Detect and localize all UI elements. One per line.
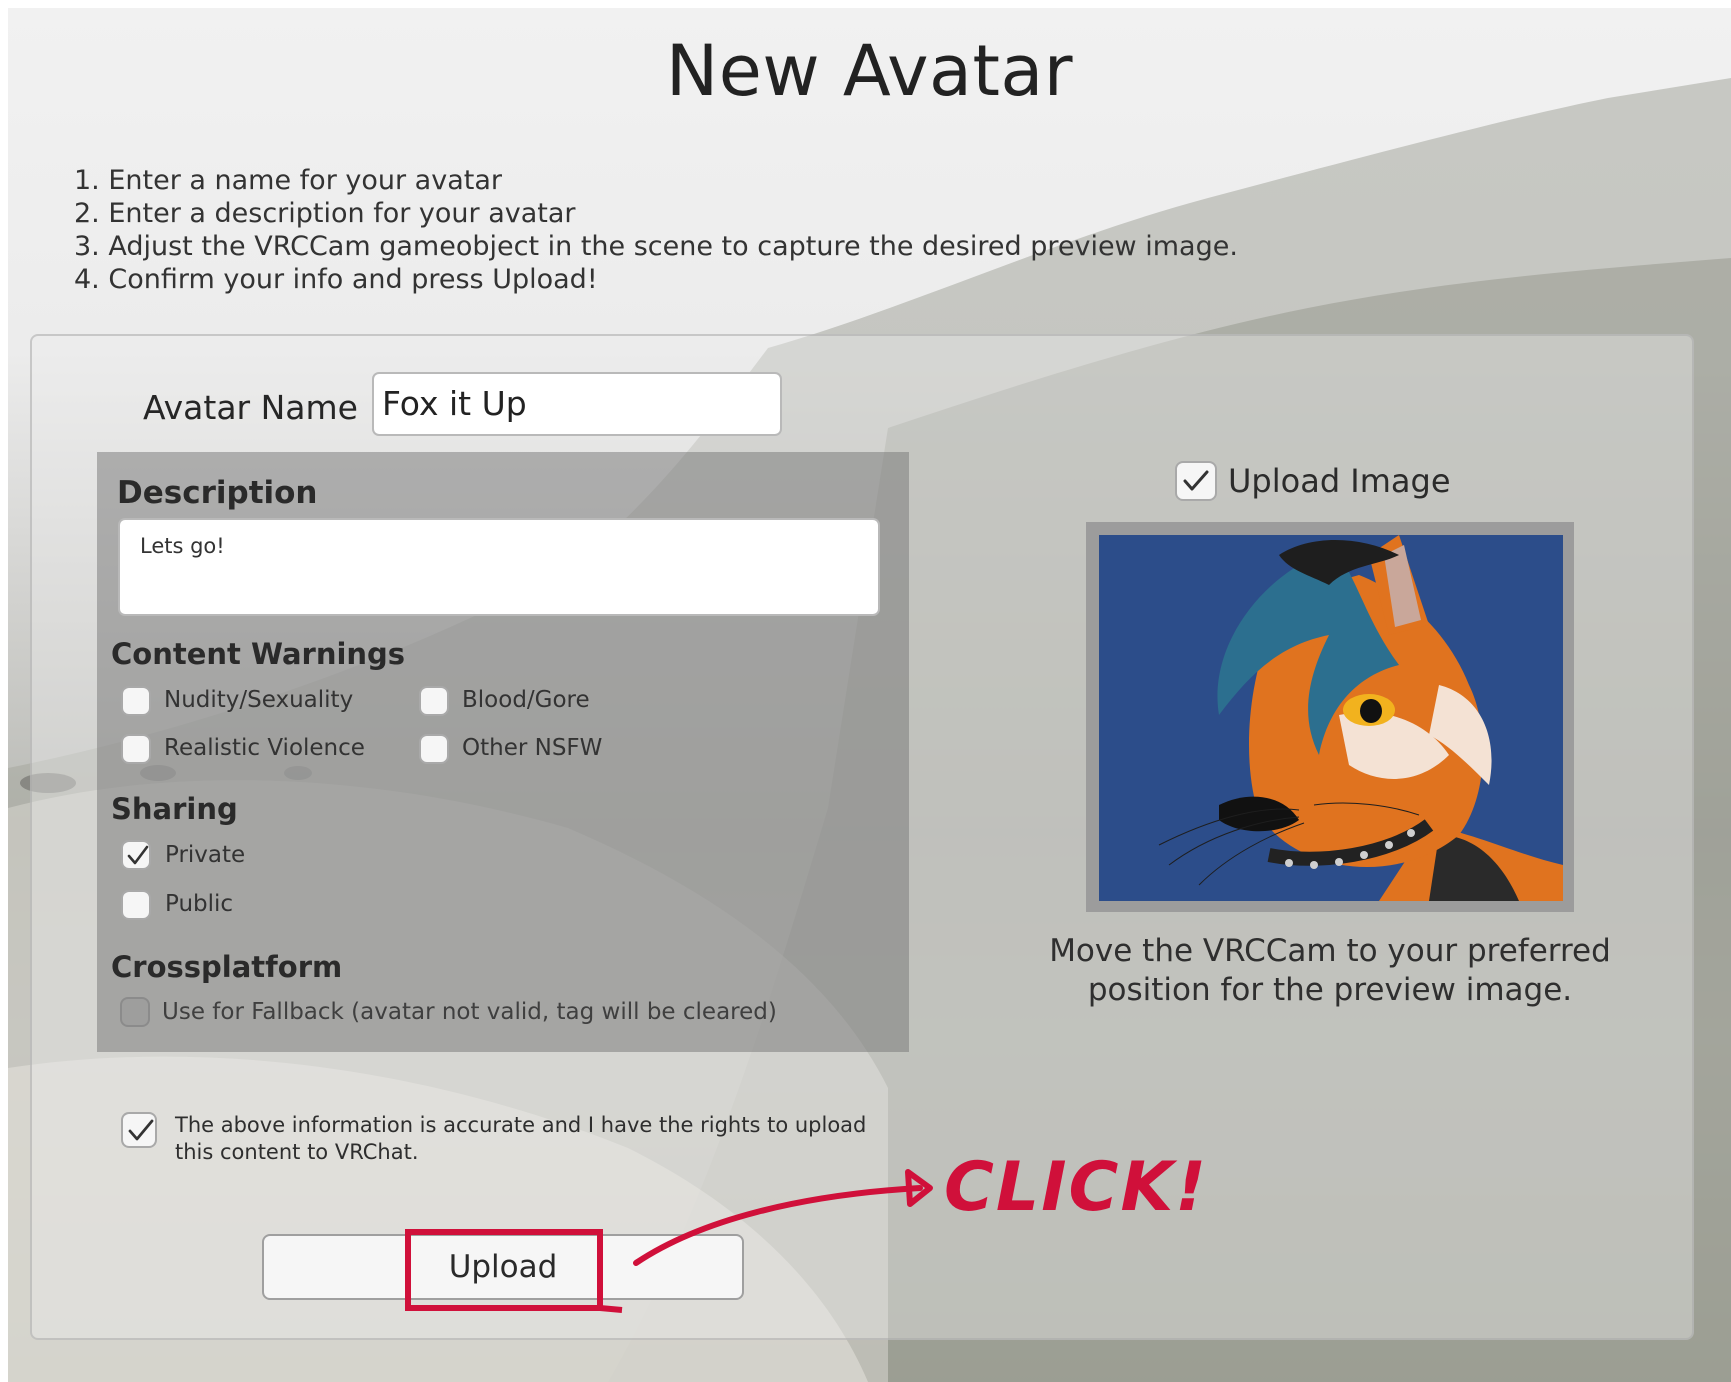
agreement-checkbox[interactable] (121, 1112, 157, 1148)
checkmark-icon (127, 845, 149, 865)
click-annotation: CLICK! (944, 1148, 1209, 1227)
public-label: Public (165, 891, 234, 917)
blood-gore-checkbox[interactable] (419, 686, 449, 716)
agreement-text: The above information is accurate and I … (175, 1113, 867, 1164)
instruction-step: 1. Enter a name for your avatar (74, 165, 502, 196)
private-label: Private (165, 842, 246, 868)
upload-button[interactable]: Upload (262, 1234, 744, 1300)
fallback-label: Use for Fallback (avatar not valid, tag … (162, 999, 777, 1025)
nudity-sexuality-label: Nudity/Sexuality (164, 687, 354, 713)
avatar-preview-image (1099, 535, 1563, 901)
blood-gore-label: Blood/Gore (462, 687, 590, 713)
nudity-sexuality-checkbox[interactable] (121, 686, 151, 716)
public-checkbox[interactable] (121, 890, 151, 920)
other-nsfw-checkbox[interactable] (419, 734, 449, 764)
realistic-violence-label: Realistic Violence (164, 735, 365, 761)
upload-image-label: Upload Image (1228, 462, 1451, 500)
private-checkbox[interactable] (121, 840, 151, 870)
content-warnings-heading: Content Warnings (111, 637, 406, 671)
instruction-step: 2. Enter a description for your avatar (74, 198, 576, 229)
checkmark-icon (1183, 470, 1209, 491)
upload-image-checkbox[interactable] (1175, 461, 1217, 501)
avatar-name-label: Avatar Name (143, 388, 358, 427)
avatar-name-input[interactable]: Fox it Up (372, 372, 782, 436)
sharing-heading: Sharing (111, 792, 238, 826)
checkmark-icon (128, 1119, 154, 1141)
preview-caption: Move the VRCCam to your preferred positi… (1049, 933, 1611, 1008)
page-title: New Avatar (665, 30, 1074, 112)
instruction-list: 1. Enter a name for your avatar 2. Enter… (74, 164, 1238, 296)
other-nsfw-label: Other NSFW (462, 735, 603, 761)
description-heading: Description (117, 475, 318, 511)
instruction-step: 3. Adjust the VRCCam gameobject in the s… (74, 231, 1238, 262)
description-input[interactable]: Lets go! (118, 518, 880, 616)
crossplatform-heading: Crossplatform (111, 950, 343, 984)
fallback-checkbox[interactable] (120, 997, 150, 1027)
fox-avatar-illustration (1099, 535, 1563, 901)
realistic-violence-checkbox[interactable] (121, 734, 151, 764)
instruction-step: 4. Confirm your info and press Upload! (74, 264, 598, 295)
